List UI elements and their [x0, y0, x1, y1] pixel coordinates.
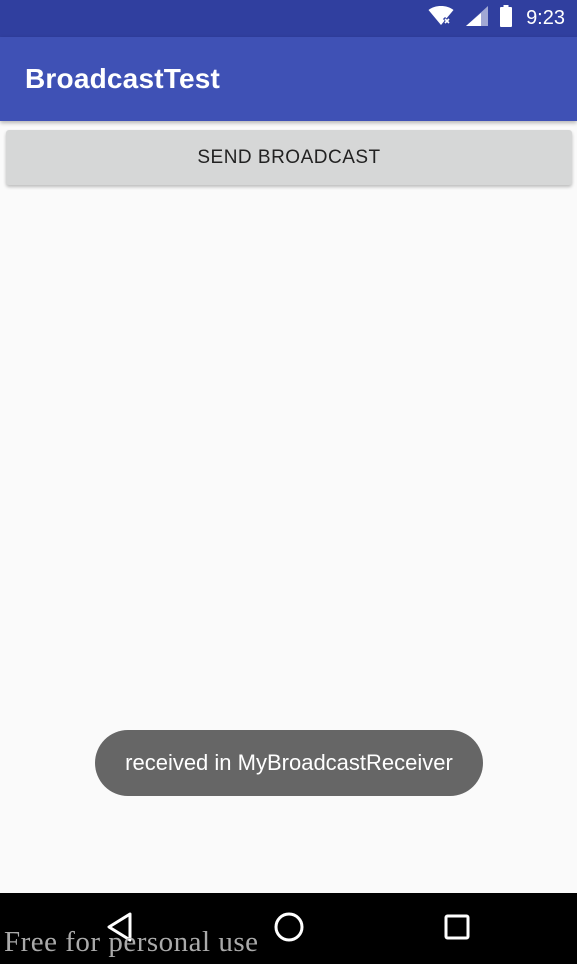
back-button[interactable] [102, 911, 138, 947]
wifi-icon [428, 6, 454, 31]
toast-message: received in MyBroadcastReceiver [95, 730, 483, 796]
recents-button[interactable] [439, 911, 475, 947]
status-time: 9:23 [526, 7, 565, 29]
app-bar: BroadcastTest [0, 37, 577, 121]
send-broadcast-button[interactable]: SEND BROADCAST [6, 130, 572, 185]
back-icon [105, 911, 135, 948]
battery-icon [500, 5, 513, 32]
status-icons: 9:23 [428, 5, 565, 32]
navigation-bar [0, 893, 577, 964]
signal-icon [466, 6, 489, 31]
status-bar: 9:23 [0, 0, 577, 37]
home-button[interactable] [271, 911, 307, 947]
phone-screen: 9:23 BroadcastTest SEND BROADCAST receiv… [0, 0, 577, 964]
app-title: BroadcastTest [25, 63, 221, 94]
recents-icon [443, 913, 471, 946]
home-icon [273, 911, 305, 948]
toast-text: received in MyBroadcastReceiver [125, 750, 453, 775]
